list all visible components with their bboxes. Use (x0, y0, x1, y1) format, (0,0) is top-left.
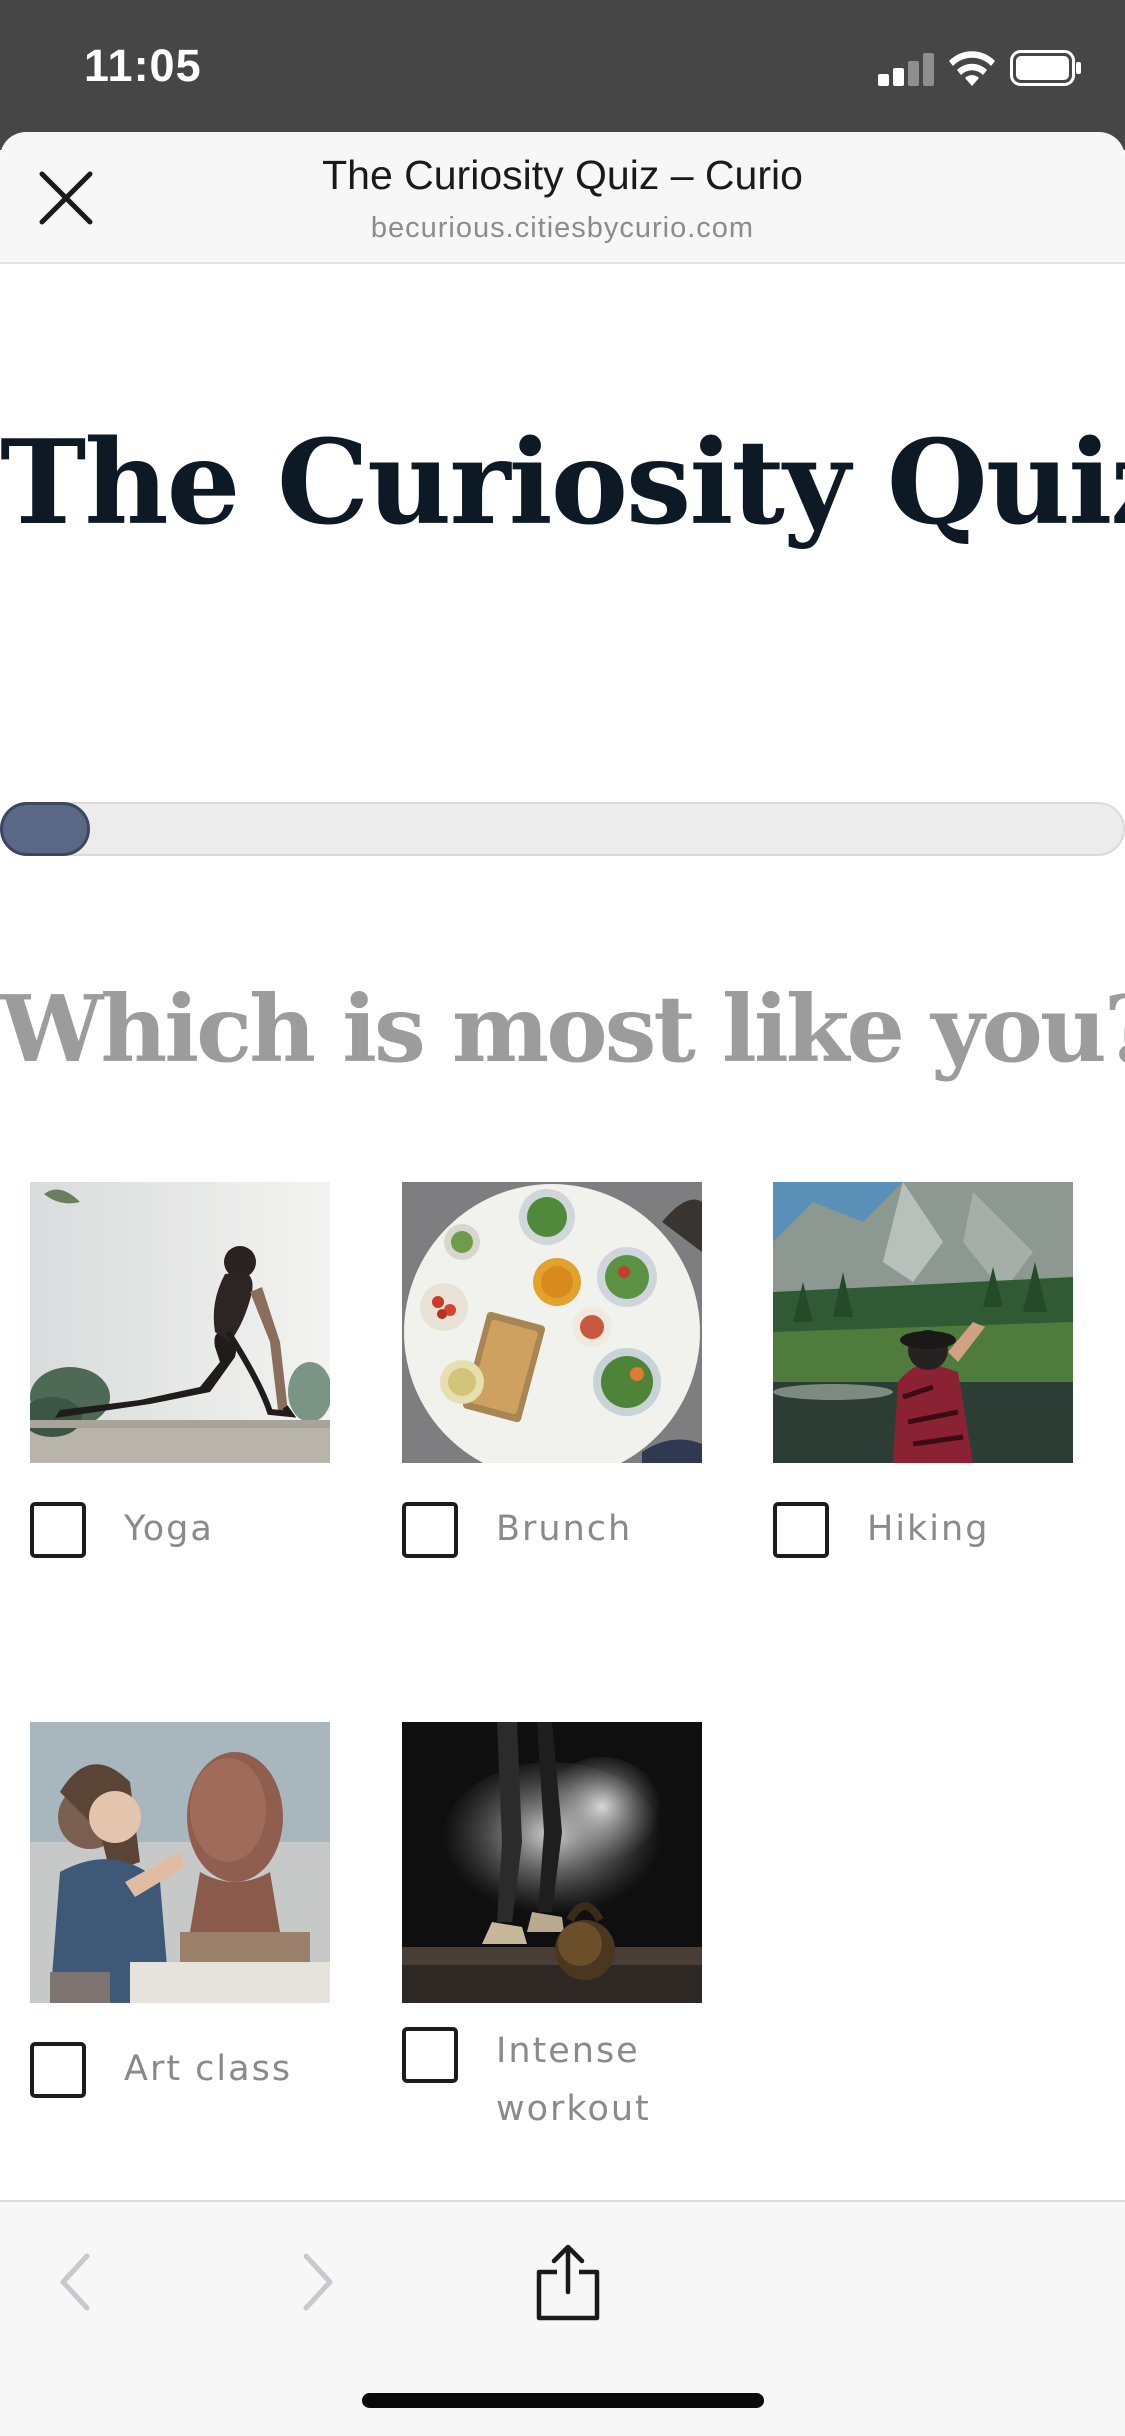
checkbox-brunch[interactable] (402, 1502, 458, 1558)
close-button[interactable] (30, 162, 102, 234)
brunch-image[interactable] (402, 1182, 702, 1463)
checkbox-art-class[interactable] (30, 2042, 86, 2098)
wifi-icon (949, 51, 995, 86)
home-indicator[interactable] (362, 2393, 764, 2408)
art-class-image[interactable] (30, 1722, 330, 2003)
progress-track (0, 802, 1125, 856)
option-label-intense-workout: Intense workout (496, 2031, 651, 2129)
chevron-right-icon (303, 2253, 333, 2311)
share-icon (536, 2244, 600, 2321)
browser-header: The Curiosity Quiz – Curio becurious.cit… (0, 132, 1125, 264)
close-icon (39, 171, 93, 225)
question-heading: Which is most like you? (0, 975, 1125, 1083)
option-label-brunch: Brunch (496, 1509, 633, 1549)
page-title: The Curiosity Quiz – Curio (322, 152, 803, 198)
quiz-heading: The Curiosity Quiz (0, 415, 1125, 551)
checkbox-hiking[interactable] (773, 1502, 829, 1558)
option-yoga[interactable]: Yoga (30, 1182, 330, 1562)
status-bar: 11:05 (0, 0, 1125, 150)
option-label-art-class: Art class (124, 2049, 293, 2089)
intense-workout-image[interactable] (402, 1722, 702, 2003)
battery-icon (1010, 50, 1081, 86)
share-button[interactable] (528, 2242, 608, 2322)
option-art-class[interactable]: Art class (30, 1722, 330, 2102)
option-brunch[interactable]: Brunch (402, 1182, 702, 1562)
status-time: 11:05 (84, 40, 202, 91)
forward-button[interactable] (278, 2242, 358, 2322)
cellular-signal-icon (878, 52, 936, 86)
yoga-image[interactable] (30, 1182, 330, 1463)
chevron-left-icon (60, 2253, 90, 2311)
back-button[interactable] (35, 2242, 115, 2322)
option-label-yoga: Yoga (124, 1509, 214, 1549)
progress-fill (0, 802, 90, 856)
hiking-image[interactable] (773, 1182, 1073, 1463)
option-hiking[interactable]: Hiking (773, 1182, 1073, 1562)
option-label-hiking: Hiking (867, 1509, 990, 1549)
checkbox-yoga[interactable] (30, 1502, 86, 1558)
page-url: becurious.citiesbycurio.com (370, 212, 755, 244)
checkbox-intense-workout[interactable] (402, 2027, 458, 2083)
option-intense-workout[interactable]: Intense workout (402, 1722, 702, 2142)
